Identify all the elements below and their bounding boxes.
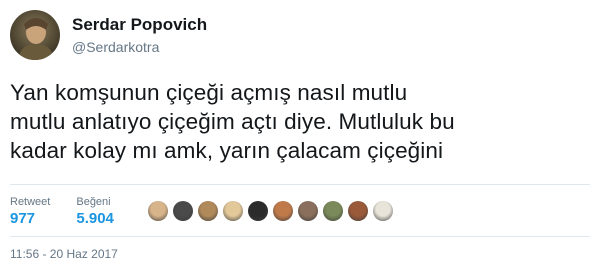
liker-avatar-7[interactable] <box>297 201 318 221</box>
author-handle[interactable]: @Serdarkotra <box>72 38 207 56</box>
like-count[interactable]: 5.904 <box>76 209 114 228</box>
liker-avatar-4[interactable] <box>222 201 243 221</box>
like-label: Beğeni <box>76 195 111 208</box>
liker-avatar-2[interactable] <box>172 201 193 221</box>
like-stat[interactable]: Beğeni 5.904 <box>76 195 114 228</box>
tweet-card: Serdar Popovich @Serdarkotra Yan komşunu… <box>0 0 600 264</box>
tweet-text: Yan komşunun çiçeği açmış nasıl mutlu mu… <box>10 78 590 165</box>
divider <box>10 184 590 185</box>
liker-avatar-6[interactable] <box>272 201 293 221</box>
retweet-count[interactable]: 977 <box>10 209 50 228</box>
liker-avatar-8[interactable] <box>322 201 343 221</box>
liker-avatar-5[interactable] <box>247 201 268 221</box>
liker-avatar-1[interactable] <box>147 201 168 221</box>
liker-avatar-9[interactable] <box>347 201 368 221</box>
tweet-text-line: Yan komşunun çiçeği açmış nasıl mutlu <box>10 80 408 105</box>
liker-avatars <box>147 201 398 221</box>
divider <box>10 236 590 237</box>
retweet-stat[interactable]: Retweet 977 <box>10 195 50 228</box>
retweet-label: Retweet <box>10 195 51 208</box>
author-avatar[interactable] <box>10 10 60 60</box>
author-name[interactable]: Serdar Popovich <box>72 14 207 36</box>
liker-avatar-3[interactable] <box>197 201 218 221</box>
tweet-text-line: kadar kolay mı amk, yarın çalacam çiçeği… <box>10 138 444 163</box>
liker-avatar-10[interactable] <box>372 201 393 221</box>
tweet-stats: Retweet 977 Beğeni 5.904 <box>10 191 590 231</box>
tweet-text-line: mutlu anlatıyo çiçeğim açtı diye. Mutlul… <box>10 109 455 134</box>
tweet-header: Serdar Popovich @Serdarkotra <box>10 10 207 60</box>
tweet-timestamp[interactable]: 11:56 - 20 Haz 2017 <box>10 246 118 262</box>
author-info: Serdar Popovich @Serdarkotra <box>72 14 207 56</box>
